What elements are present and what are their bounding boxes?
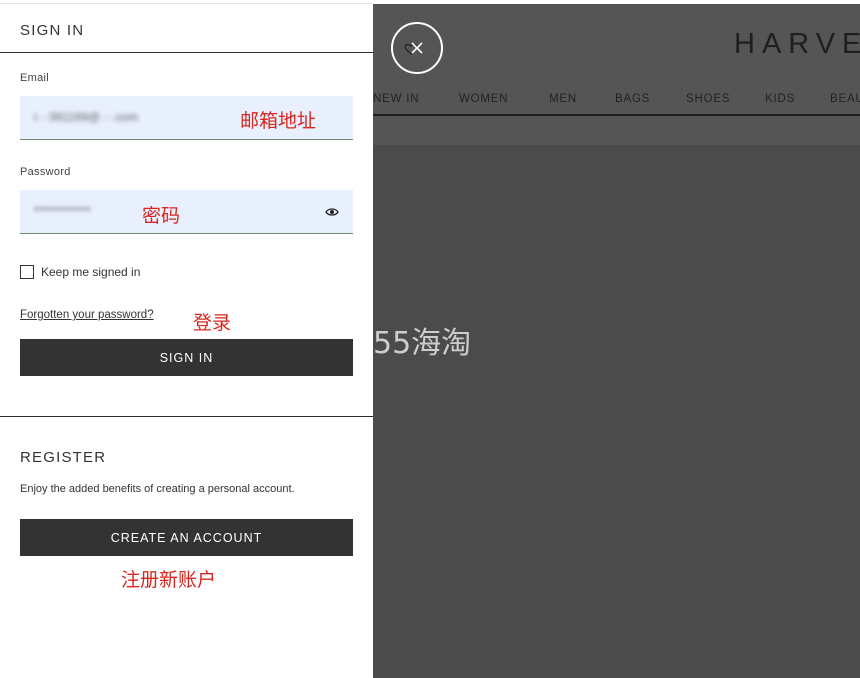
sign-in-panel: SIGN IN Email i···381169@···.com 邮箱地址 Pa… [0,0,373,678]
section-divider [0,416,373,417]
nav-item-men[interactable]: MEN [549,93,577,105]
register-description: Enjoy the added benefits of creating a p… [20,483,295,495]
nav-item-new-in[interactable]: NEW IN [373,93,419,105]
nav-item-women[interactable]: WOMEN [459,93,508,105]
site-header: HARVEY NEW IN WOMEN MEN BAGS SHOES KIDS … [373,4,860,145]
panel-top-border [0,3,373,4]
email-value: i···381169@···.com [34,110,138,124]
nav-item-shoes[interactable]: SHOES [686,93,730,105]
email-annotation: 邮箱地址 [240,110,317,132]
login-annotation: 登录 [193,312,232,334]
close-button[interactable] [391,22,443,74]
password-value: ••••••••••• [34,202,92,216]
register-heading: REGISTER [20,449,107,466]
close-icon [404,42,423,55]
nav-item-beauty[interactable]: BEAU [830,93,860,105]
password-field[interactable]: ••••••••••• [20,190,353,234]
forgot-password-link[interactable]: Forgotten your password? [20,309,154,321]
page-overlay[interactable]: HARVEY NEW IN WOMEN MEN BAGS SHOES KIDS … [373,4,860,678]
keep-signed-in-label: Keep me signed in [41,265,141,279]
create-account-button[interactable]: CREATE AN ACCOUNT [20,519,353,556]
password-annotation: 密码 [142,205,181,227]
password-label: Password [20,166,71,178]
email-label: Email [20,72,50,84]
keep-signed-in-checkbox[interactable] [20,265,34,279]
sign-in-heading-rule [0,52,373,53]
nav-item-kids[interactable]: KIDS [765,93,795,105]
nav-underline [373,114,860,116]
sign-in-button[interactable]: SIGN IN [20,339,353,376]
watermark: 55海淘 [373,326,472,361]
sign-in-heading: SIGN IN [20,22,85,39]
nav-item-bags[interactable]: BAGS [615,93,650,105]
eye-icon[interactable] [325,207,339,217]
register-annotation: 注册新账户 [121,569,217,591]
brand-logo: HARVEY [734,28,860,60]
